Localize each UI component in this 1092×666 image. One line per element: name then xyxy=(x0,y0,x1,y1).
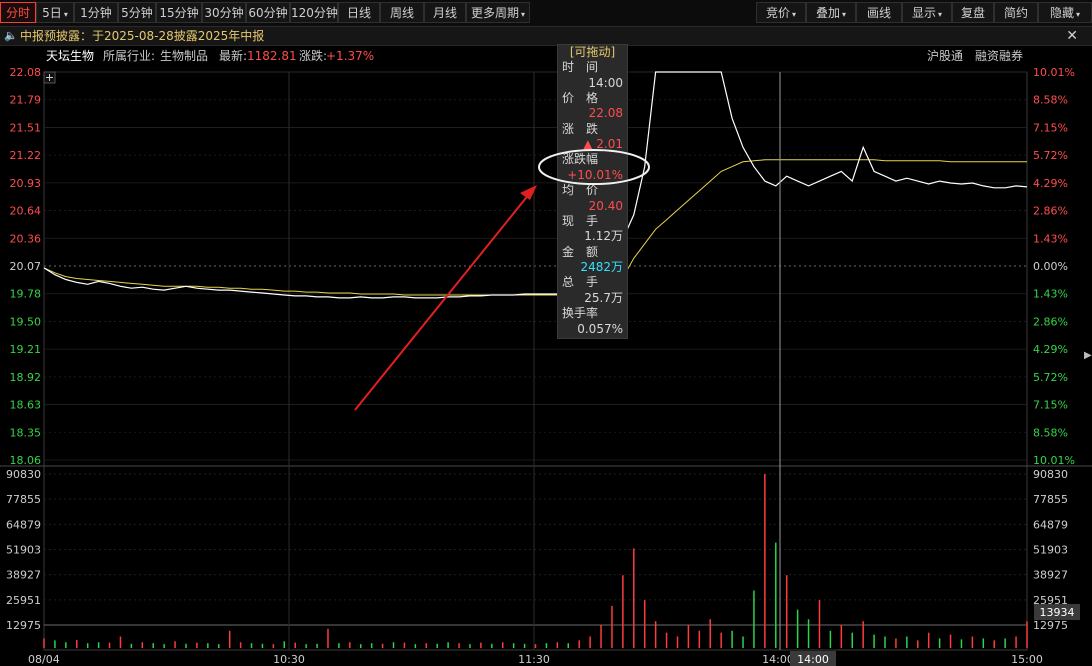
price-tick: 18.63 xyxy=(10,399,42,412)
price-line xyxy=(43,71,1028,299)
price-tick: 21.51 xyxy=(10,121,42,134)
price-tick: 18.06 xyxy=(10,454,42,467)
pct-tick: 5.72% xyxy=(1033,371,1068,384)
cursor-time-badge: 14:00 xyxy=(797,653,829,666)
tooltip-price-label: 价 格 xyxy=(562,91,599,105)
volume-badge: 13934 xyxy=(1040,606,1075,619)
price-axis-labels: 22.08 21.79 21.51 21.22 20.93 20.64 20.36 20.07… xyxy=(10,66,42,467)
volume-tick-left: 38927 xyxy=(6,569,41,582)
chart-grid xyxy=(0,71,1092,651)
pct-tick: 4.29% xyxy=(1033,343,1068,356)
tooltip-pct-label: 涨跌幅 xyxy=(562,152,599,166)
time-tick: 14:00 xyxy=(762,653,794,666)
volume-bars xyxy=(43,474,1028,648)
pct-tick: 5.72% xyxy=(1033,149,1068,162)
price-tick: 18.35 xyxy=(10,426,42,439)
pct-tick: 0.00% xyxy=(1033,260,1068,273)
price-tick: 19.50 xyxy=(10,315,42,328)
volume-tick-right: 51903 xyxy=(1033,544,1068,557)
price-tick: 21.79 xyxy=(10,94,42,107)
tooltip-vol-label: 现 手 xyxy=(562,214,599,228)
pct-tick: 10.01% xyxy=(1033,454,1075,467)
tooltip-header[interactable]: [可拖动] xyxy=(562,45,623,59)
tooltip-avg: 20.40 xyxy=(588,199,623,213)
pct-tick: 4.29% xyxy=(1033,177,1068,190)
price-tick: 18.92 xyxy=(10,371,42,384)
tooltip-total-label: 总 手 xyxy=(562,275,599,289)
time-tick: 11:30 xyxy=(518,653,550,666)
volume-tick-left: 25951 xyxy=(6,594,41,607)
volume-axis-labels: 90830 90830 77855 77855 64879 64879 51903 51903… xyxy=(6,468,1080,632)
price-tick: 21.22 xyxy=(10,149,42,162)
tooltip-turnover: 0.057% xyxy=(577,322,623,336)
tooltip-time-label: 时 间 xyxy=(562,60,599,74)
tooltip-time: 14:00 xyxy=(588,76,623,90)
intraday-chart[interactable]: 22.08 21.79 21.51 21.22 20.93 20.64 20.36 20.07… xyxy=(0,0,1092,666)
volume-tick-right: 77855 xyxy=(1033,493,1068,506)
price-tick: 20.07 xyxy=(10,260,42,273)
price-tick: 20.36 xyxy=(10,232,42,245)
tooltip-vol: 1.12万 xyxy=(584,229,623,243)
volume-tick-left: 12975 xyxy=(6,619,41,632)
volume-tick-right: 64879 xyxy=(1033,518,1068,531)
pct-tick: 2.86% xyxy=(1033,315,1068,328)
pct-tick: 8.58% xyxy=(1033,94,1068,107)
pct-tick: 1.43% xyxy=(1033,288,1068,301)
tooltip-price: 22.08 xyxy=(588,106,623,120)
tooltip-change-label: 涨 跌 xyxy=(562,122,599,136)
volume-tick-left: 90830 xyxy=(6,468,41,481)
tooltip-amount: 2482万 xyxy=(580,260,623,274)
pct-tick: 1.43% xyxy=(1033,232,1068,245)
volume-tick-right: 38927 xyxy=(1033,569,1068,582)
tooltip-turnover-label: 换手率 xyxy=(562,306,599,320)
price-tick: 20.64 xyxy=(10,205,42,218)
tooltip-change: ▲ 2.01 xyxy=(583,137,623,151)
volume-tick-right: 90830 xyxy=(1033,468,1068,481)
avg-price-line xyxy=(43,159,1027,296)
pct-tick: 2.86% xyxy=(1033,205,1068,218)
tooltip-amount-label: 金 额 xyxy=(562,245,599,259)
volume-tick-left: 51903 xyxy=(6,544,41,557)
tooltip-pct: +10.01% xyxy=(567,168,623,182)
volume-tick-left: 77855 xyxy=(6,493,41,506)
time-tick: 15:00 xyxy=(1011,653,1043,666)
price-tick: 19.78 xyxy=(10,288,42,301)
tooltip-avg-label: 均 价 xyxy=(562,183,599,197)
pct-tick: 7.15% xyxy=(1033,121,1068,134)
pct-tick: 8.58% xyxy=(1033,426,1068,439)
price-tick: 22.08 xyxy=(10,66,42,79)
annotation-arrow-line xyxy=(354,192,531,411)
time-tick: 10:30 xyxy=(273,653,305,666)
tooltip-total: 25.7万 xyxy=(584,291,623,305)
volume-tick-left: 64879 xyxy=(6,518,41,531)
time-axis-labels: 08/04 10:30 11:30 14:00 15:00 14:00 xyxy=(28,651,1043,666)
time-tick: 08/04 xyxy=(28,653,60,666)
volume-tick-right: 12975 xyxy=(1033,619,1068,632)
side-collapse-icon[interactable]: ▶ xyxy=(1084,344,1092,368)
pct-tick: 7.15% xyxy=(1033,399,1068,412)
pct-tick: 10.01% xyxy=(1033,66,1075,79)
plus-marker xyxy=(43,71,56,84)
data-tooltip[interactable]: [可拖动] 时 间 14:00 价 格 22.08 涨 跌 ▲ 2.01 涨跌幅… xyxy=(557,44,628,339)
price-tick: 19.21 xyxy=(10,343,42,356)
price-tick: 20.93 xyxy=(10,177,42,190)
pct-axis-labels: 10.01% 8.58% 7.15% 5.72% 4.29% 2.86% 1.43% 0.00… xyxy=(1033,66,1075,467)
